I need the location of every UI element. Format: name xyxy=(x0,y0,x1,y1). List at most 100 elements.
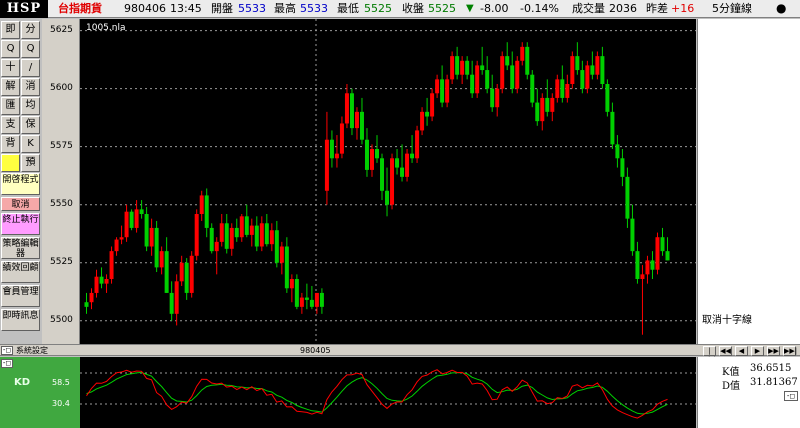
tool-button[interactable]: Q xyxy=(21,40,40,58)
tool-button[interactable]: 預 xyxy=(21,154,40,172)
candle xyxy=(595,51,600,80)
candle xyxy=(149,218,154,256)
tool-button[interactable]: 支 xyxy=(1,116,20,134)
candle xyxy=(550,93,555,122)
tool-wide-button[interactable]: 即時訊息 xyxy=(1,309,40,331)
k-line xyxy=(86,369,668,419)
candle xyxy=(505,42,510,71)
tool-button[interactable]: 背 xyxy=(1,135,20,153)
candle xyxy=(420,107,425,136)
price-tick-label: 5575 xyxy=(50,140,73,151)
kd-level-high: 58.5 xyxy=(52,378,70,387)
candle xyxy=(129,209,134,231)
candle xyxy=(349,88,354,136)
candle xyxy=(480,46,485,75)
candle xyxy=(390,153,395,210)
chart-nav-button[interactable]: ▶▶ xyxy=(767,346,780,356)
candle xyxy=(279,241,284,275)
tool-button[interactable]: Q xyxy=(1,40,20,58)
tool-button[interactable]: 解 xyxy=(1,78,20,96)
tool-wide-button[interactable]: 取消 xyxy=(1,197,40,211)
spread-label: 昨差 xyxy=(646,2,668,15)
candle xyxy=(284,237,289,293)
tool-button[interactable]: 匯 xyxy=(1,97,20,115)
tool-wide-button[interactable]: 會員管理 xyxy=(1,285,40,307)
candle xyxy=(540,93,545,131)
candle xyxy=(214,237,219,275)
candle xyxy=(640,265,645,335)
candle xyxy=(645,255,650,284)
tool-palette: 即分 Q Q 十 / 解消匯均支保背 K 預開啓程式取消終止執行 策略編輯器 績效回顧 會員管理 即時… xyxy=(0,19,41,343)
candlestick-chart[interactable]: 1005.nla xyxy=(80,19,696,344)
tool-wide-button[interactable]: 績效回顧 xyxy=(1,261,40,283)
candle xyxy=(605,79,610,117)
tool-button[interactable]: 分 xyxy=(21,21,40,39)
candle xyxy=(239,214,244,242)
volume-value: 2036 xyxy=(609,2,637,15)
system-settings-button[interactable]: 系統設定 xyxy=(16,346,60,356)
kd-chart[interactable] xyxy=(80,357,696,428)
d-label: D值 xyxy=(722,381,741,392)
pin-icon[interactable]: -◻ xyxy=(784,391,798,401)
candle xyxy=(650,251,655,279)
kd-level-low: 30.4 xyxy=(52,399,70,408)
chart-title: 1005.nla xyxy=(86,23,126,33)
tool-button[interactable]: / xyxy=(21,59,40,77)
candle xyxy=(114,237,119,256)
candle xyxy=(274,220,279,268)
candle xyxy=(169,281,174,321)
candle xyxy=(174,274,179,326)
candle xyxy=(665,237,670,261)
candle xyxy=(269,223,274,252)
chart-nav-button[interactable]: |◀◀ xyxy=(703,346,716,363)
tool-button[interactable]: 十 xyxy=(1,59,20,77)
kd-values-panel: K值 36.6515 D值 31.81367 -◻ xyxy=(697,357,800,428)
chart-nav-button[interactable]: ▶ xyxy=(751,346,764,356)
tool-button[interactable]: K xyxy=(21,135,40,153)
candle xyxy=(334,135,339,168)
tool-button[interactable]: 消 xyxy=(21,78,40,96)
chart-nav-button[interactable]: ◀ xyxy=(735,346,748,356)
pin-icon[interactable]: -◻ xyxy=(1,359,13,368)
quote-time: 13:45 xyxy=(170,2,202,15)
tool-button[interactable] xyxy=(1,154,20,172)
kd-svg xyxy=(80,369,696,419)
tool-button[interactable]: 均 xyxy=(21,97,40,115)
candle xyxy=(144,207,149,252)
date-label: 980405 xyxy=(300,346,331,355)
price-tick-label: 5500 xyxy=(50,314,73,325)
candle xyxy=(164,237,169,293)
candle xyxy=(425,97,430,126)
crosshair-toggle[interactable]: 取消十字線 xyxy=(702,311,752,326)
low-label: 最低 xyxy=(337,2,359,15)
candle xyxy=(545,79,550,117)
candle xyxy=(385,167,390,217)
candle xyxy=(254,216,259,252)
chart-nav-button[interactable]: ◀◀ xyxy=(719,346,732,356)
status-dot-icon: ● xyxy=(776,1,787,15)
candle xyxy=(530,70,535,108)
down-triangle-icon: ▼ xyxy=(466,3,474,14)
tool-button[interactable]: 保 xyxy=(21,116,40,134)
price-tick-label: 5625 xyxy=(50,24,73,35)
period-selector[interactable]: 5分鐘線 xyxy=(712,0,752,17)
tool-wide-button[interactable]: 開啓程式 xyxy=(1,173,40,195)
tool-wide-button[interactable]: 終止執行 xyxy=(1,213,40,235)
product-name[interactable]: 台指期貨 xyxy=(58,0,102,17)
candle xyxy=(620,149,625,187)
candle xyxy=(194,209,199,261)
candle xyxy=(490,74,495,112)
pin-icon[interactable]: -◻ xyxy=(1,346,13,355)
chart-nav-button[interactable]: ▶▶| xyxy=(783,346,797,356)
candle xyxy=(244,204,249,238)
candle xyxy=(84,292,89,314)
candle xyxy=(455,46,460,80)
candle xyxy=(585,60,590,94)
candle xyxy=(249,218,254,247)
tool-button[interactable]: 即 xyxy=(1,21,20,39)
volume-label: 成交量 xyxy=(572,2,605,15)
candle xyxy=(485,56,490,94)
tool-wide-button[interactable]: 策略編輯器 xyxy=(1,237,40,259)
candle xyxy=(460,56,465,84)
candle xyxy=(94,269,99,298)
